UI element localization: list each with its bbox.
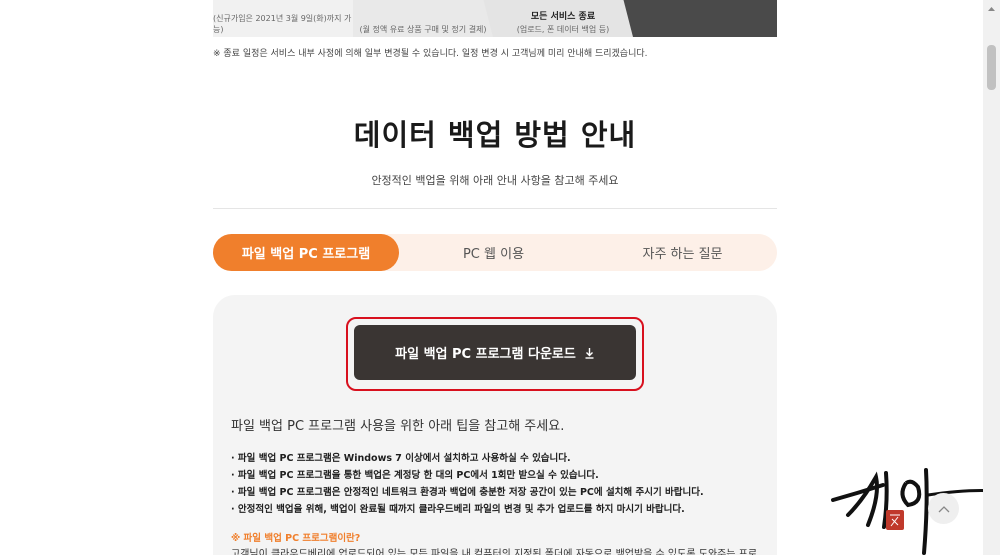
download-button-label: 파일 백업 PC 프로그램 다운로드: [395, 347, 576, 362]
page-title: 데이터 백업 방법 안내: [353, 118, 637, 152]
list-item: · 안정적인 백업을 위해, 백업이 완료될 때까지 클라우드베리 파일의 변경…: [231, 504, 685, 515]
step-3-caption: (업로드, 폰 데이터 백업 등): [516, 25, 610, 34]
download-icon: [584, 347, 595, 359]
step-1-caption: (신규가입은 2021년 3월 9일(화)까지 가능): [213, 14, 352, 34]
step-2-caption: (월 정액 유료 상품 구매 및 정기 결제): [359, 25, 487, 34]
step-4: [623, 0, 777, 37]
list-item: · 파일 백업 PC 프로그램은 Windows 7 이상에서 설치하고 사용하…: [231, 453, 571, 464]
schedule-note: ※ 종료 일정은 서비스 내부 사정에 의해 일부 변경될 수 있습니다. 일정…: [213, 49, 648, 59]
download-button[interactable]: 파일 백업 PC 프로그램 다운로드: [354, 325, 636, 380]
page-subtitle: 안정적인 백업을 위해 아래 안내 사항을 참고해 주세요: [371, 174, 619, 187]
list-item: · 파일 백업 PC 프로그램은 안정적인 네트워크 환경과 백업에 충분한 저…: [231, 487, 704, 498]
tips-list: · 파일 백업 PC 프로그램은 Windows 7 이상에서 설치하고 사용하…: [231, 450, 704, 518]
scroll-up-arrow-icon[interactable]: [983, 0, 1000, 17]
vertical-scrollbar[interactable]: [983, 0, 1000, 555]
section-divider: [213, 208, 777, 209]
step-3-title: 모든 서비스 종료: [530, 12, 596, 22]
backup-method-tabs: 파일 백업 PC 프로그램 PC 웹 이용 자주 하는 질문: [213, 234, 777, 271]
chevron-up-icon: [938, 505, 949, 512]
step-2: (월 정액 유료 상품 구매 및 정기 결제): [353, 0, 493, 37]
step-3: 모든 서비스 종료 (업로드, 폰 데이터 백업 등): [483, 0, 633, 37]
scroll-to-top-button[interactable]: [928, 493, 959, 524]
tab-faq[interactable]: 자주 하는 질문: [588, 234, 777, 271]
page: (신규가입은 2021년 3월 9일(화)까지 가능) (월 정액 유료 상품 …: [0, 0, 1000, 555]
signature-watermark: [828, 455, 998, 555]
step-1: (신규가입은 2021년 3월 9일(화)까지 가능): [213, 0, 353, 37]
scrollbar-thumb[interactable]: [987, 45, 996, 90]
tips-heading: 파일 백업 PC 프로그램 사용을 위한 아래 팁을 참고해 주세요.: [231, 419, 565, 434]
service-end-steps: (신규가입은 2021년 3월 9일(화)까지 가능) (월 정액 유료 상품 …: [213, 0, 777, 37]
what-is-heading: ※ 파일 백업 PC 프로그램이란?: [231, 533, 361, 544]
what-is-body: 고객님이 클라우드베리에 업로드되어 있는 모든 파일을 내 컴퓨터의 지정된 …: [231, 549, 758, 555]
tab-pc-web[interactable]: PC 웹 이용: [399, 234, 588, 271]
tab-pc-program[interactable]: 파일 백업 PC 프로그램: [213, 234, 399, 271]
list-item: · 파일 백업 PC 프로그램을 통한 백업은 계정당 한 대의 PC에서 1회…: [231, 470, 599, 481]
